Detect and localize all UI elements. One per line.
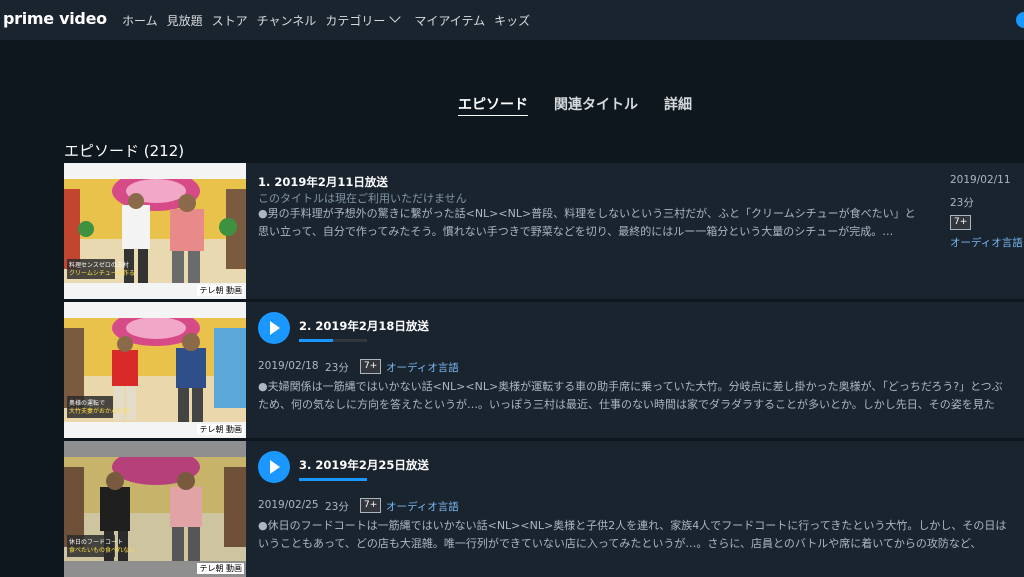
audio-language-link[interactable]: オーディオ言語 — [950, 235, 1023, 250]
audio-language-link[interactable]: オーディオ言語 — [386, 360, 459, 375]
svg-text:休日のフードコート: 休日のフードコート — [69, 538, 123, 546]
episodes-heading: エピソード (212) — [64, 142, 185, 160]
air-date: 2019/02/25 — [258, 499, 319, 511]
episode-row[interactable]: 奥様の運転で 大竹夫妻がおかんむり! テレ朝 動画 2. 2019年2月18日放… — [64, 302, 1024, 438]
svg-text:料理センスゼロの三村: 料理センスゼロの三村 — [69, 261, 129, 269]
air-date: 2019/02/11 — [950, 174, 1011, 186]
episode-description-line2: ため、何の気なしに方向を答えたというが…。いっぽう三村は最近、仕事のない時間は家… — [258, 398, 995, 411]
nav-categories-label: カテゴリー — [325, 13, 386, 28]
episode-thumbnail-image: 料理センスゼロの三村 クリームシチューを作る — [64, 179, 246, 283]
duration: 23分 — [950, 197, 974, 209]
episode-description-line1: ●休日のフードコートは一筋縄ではいかない話<NL><NL>奥様と子供2人を連れ、… — [258, 519, 1007, 532]
duration: 23分 — [325, 362, 349, 374]
svg-text:大竹夫妻がおかんむり!: 大竹夫妻がおかんむり! — [69, 407, 131, 415]
episode-title[interactable]: 3. 2019年2月25日放送 — [299, 457, 429, 473]
top-navigation-bar: prime video ホーム 見放題 ストア チャンネル カテゴリー マイアイ… — [0, 0, 1024, 40]
nav-my-items[interactable]: マイアイテム — [414, 12, 485, 29]
chevron-down-icon — [389, 11, 401, 23]
nav-kids[interactable]: キッズ — [494, 12, 530, 29]
avatar[interactable] — [1016, 12, 1024, 28]
episode-description-line1: ●男の手料理が予想外の驚きに繋がった話<NL><NL>普段、料理をしないという三… — [258, 207, 916, 220]
svg-text:食べたいもの食べれない: 食べたいもの食べれない — [69, 546, 135, 554]
nav-categories[interactable]: カテゴリー — [325, 11, 401, 29]
unavailable-notice: このタイトルは現在ご利用いただけません — [258, 192, 467, 205]
watch-progress-bar — [299, 339, 367, 342]
watch-progress-bar — [299, 478, 367, 481]
play-button[interactable] — [258, 451, 290, 483]
tv-asahi-badge: テレ朝 動画 — [197, 563, 244, 574]
main-nav: ホーム 見放題 ストア チャンネル カテゴリー マイアイテム キッズ — [122, 0, 539, 40]
tab-episodes[interactable]: エピソード — [458, 94, 528, 116]
episode-thumbnail[interactable]: 休日のフードコート 食べたいもの食べれない テレ朝 動画 — [64, 441, 246, 577]
audio-language-link[interactable]: オーディオ言語 — [386, 499, 459, 514]
episode-description-line2: 思い立って、自分で作ってみたそう。慣れない手つきで野菜などを切り、最終的にはルー… — [258, 225, 894, 238]
watch-progress-fill — [299, 478, 367, 481]
nav-channels[interactable]: チャンネル — [257, 12, 317, 29]
play-button[interactable] — [258, 312, 290, 344]
age-rating-badge: 7+ — [360, 498, 382, 513]
age-rating-badge: 7+ — [950, 215, 972, 230]
nav-store[interactable]: ストア — [212, 12, 248, 29]
svg-text:クリームシチューを作る: クリームシチューを作る — [69, 269, 135, 277]
detail-tabs: エピソード 関連タイトル 詳細 — [0, 94, 1024, 116]
svg-text:奥様の運転で: 奥様の運転で — [69, 399, 105, 407]
episode-thumbnail-image: 休日のフードコート 食べたいもの食べれない — [64, 457, 246, 561]
watch-progress-fill — [299, 339, 333, 342]
age-rating-badge: 7+ — [360, 359, 382, 374]
episode-description-line2: いうこともあって、どの店も大混雑。唯一行列ができていない店に入ってみたというが…… — [258, 537, 982, 550]
episode-thumbnail[interactable]: 料理センスゼロの三村 クリームシチューを作る テレ朝 動画 — [64, 163, 246, 299]
tab-related[interactable]: 関連タイトル — [554, 94, 638, 114]
prime-video-logo[interactable]: prime video — [3, 9, 107, 28]
episode-row[interactable]: 料理センスゼロの三村 クリームシチューを作る テレ朝 動画 1. 2019年2月… — [64, 163, 1024, 299]
tv-asahi-badge: テレ朝 動画 — [197, 285, 244, 296]
episode-title[interactable]: 1. 2019年2月11日放送 — [258, 174, 388, 190]
tab-details[interactable]: 詳細 — [664, 94, 692, 114]
nav-subscription[interactable]: 見放題 — [167, 12, 203, 29]
air-date: 2019/02/18 — [258, 360, 319, 372]
tv-asahi-badge: テレ朝 動画 — [197, 424, 244, 435]
nav-home[interactable]: ホーム — [122, 12, 158, 29]
duration: 23分 — [325, 501, 349, 513]
episode-thumbnail[interactable]: 奥様の運転で 大竹夫妻がおかんむり! テレ朝 動画 — [64, 302, 246, 438]
episode-row[interactable]: 休日のフードコート 食べたいもの食べれない テレ朝 動画 3. 2019年2月2… — [64, 441, 1024, 577]
episode-description-line1: ●夫婦関係は一筋縄ではいかない話<NL><NL>奥様が運転する車の助手席に乗って… — [258, 380, 1003, 393]
episode-thumbnail-image: 奥様の運転で 大竹夫妻がおかんむり! — [64, 318, 246, 422]
episode-title[interactable]: 2. 2019年2月18日放送 — [299, 318, 429, 334]
